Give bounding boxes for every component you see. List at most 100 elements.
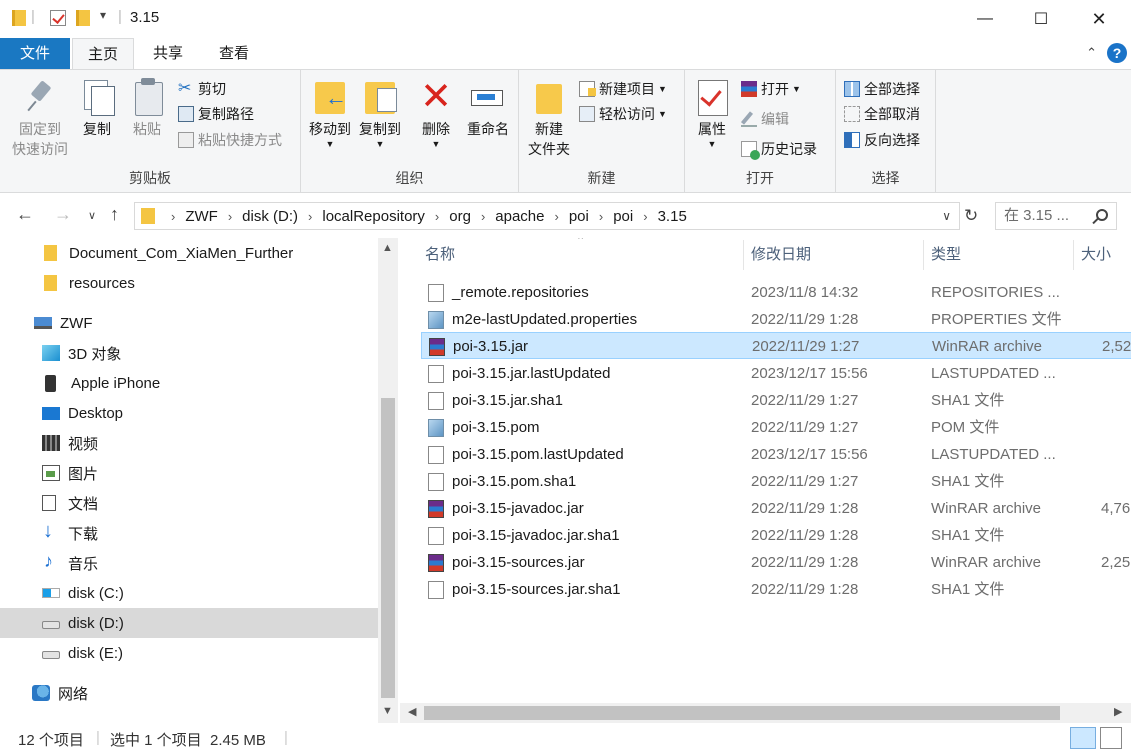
tab-share[interactable]: 共享 (140, 38, 196, 69)
chevron-right-icon[interactable]: › (171, 209, 175, 224)
delete-button[interactable]: ✕ 删除 ▼ (415, 78, 457, 149)
file-row[interactable]: poi-3.15.pom.lastUpdated 2023/12/17 15:5… (421, 441, 1131, 468)
file-row[interactable]: poi-3.15.jar.lastUpdated 2023/12/17 15:5… (421, 360, 1131, 387)
back-arrow-icon[interactable]: ← (16, 204, 34, 225)
move-to-button[interactable]: 移动到 ▼ (305, 78, 355, 149)
nav-item[interactable]: 音乐 (0, 548, 378, 578)
file-row[interactable]: poi-3.15-javadoc.jar 2022/11/29 1:28 Win… (421, 495, 1131, 522)
refresh-icon[interactable]: ↻ (964, 206, 978, 226)
address-dropdown-icon[interactable]: ∨ (942, 209, 951, 223)
file-row[interactable]: poi-3.15-javadoc.jar.sha1 2022/11/29 1:2… (421, 522, 1131, 549)
invert-selection-button[interactable]: 反向选择 (844, 129, 920, 151)
nav-pane-scrollbar[interactable]: ▲ ▼ (378, 238, 398, 723)
column-header-size[interactable]: 大小 (1081, 238, 1111, 272)
select-none-button[interactable]: 全部取消 (844, 103, 920, 125)
copy-to-button[interactable]: 复制到 ▼ (355, 78, 405, 149)
nav-item[interactable]: 3D 对象 (0, 338, 378, 368)
breadcrumb-item[interactable]: ZWF (185, 208, 217, 225)
tab-file[interactable]: 文件 (0, 38, 70, 69)
file-row[interactable]: poi-3.15.pom 2022/11/29 1:27 POM 文件 (421, 414, 1131, 441)
column-header-name[interactable]: 名称 (425, 238, 455, 272)
nav-item[interactable]: disk (C:) (0, 578, 378, 608)
nav-item[interactable]: Apple iPhone (0, 368, 378, 398)
nav-item-this-pc[interactable]: ZWF (0, 308, 378, 338)
customize-quick-access-icon[interactable]: ▾ (100, 8, 106, 26)
file-row[interactable]: poi-3.15.pom.sha1 2022/11/29 1:27 SHA1 文… (421, 468, 1131, 495)
history-button[interactable]: 历史记录 (741, 138, 817, 160)
nav-item[interactable]: 图片 (0, 458, 378, 488)
chevron-right-icon[interactable]: › (643, 209, 647, 224)
copy-button[interactable]: 复制 (76, 78, 118, 139)
nav-item[interactable]: 视频 (0, 428, 378, 458)
file-row[interactable]: poi-3.15-sources.jar.sha1 2022/11/29 1:2… (421, 576, 1131, 603)
nav-item[interactable]: Desktop (0, 398, 378, 428)
address-bar[interactable]: › ZWF › disk (D:) › localRepository › or… (134, 202, 960, 230)
scrollbar-thumb[interactable] (381, 398, 395, 698)
help-icon[interactable]: ? (1107, 43, 1127, 63)
scroll-right-arrow-icon[interactable]: ▶ (1114, 705, 1122, 718)
column-header-date[interactable]: 修改日期 (751, 238, 811, 272)
forward-arrow-icon[interactable]: → (54, 204, 72, 225)
column-header-type[interactable]: 类型 (931, 238, 961, 272)
new-folder-quick-icon[interactable] (76, 10, 90, 26)
new-item-button[interactable]: 新建项目 ▼ (579, 78, 667, 100)
details-view-icon[interactable] (1070, 727, 1096, 749)
tab-home[interactable]: 主页 (72, 38, 134, 69)
properties-button[interactable]: 属性 ▼ (691, 78, 733, 149)
breadcrumb-item[interactable]: org (449, 208, 471, 225)
recent-locations-chevron-icon[interactable]: ∨ (88, 209, 96, 222)
file-row[interactable]: m2e-lastUpdated.properties 2022/11/29 1:… (421, 306, 1131, 333)
nav-item-disk-d[interactable]: disk (D:) (0, 608, 378, 638)
chevron-right-icon[interactable]: › (435, 209, 439, 224)
scrollbar-thumb[interactable] (424, 706, 1060, 720)
scroll-up-arrow-icon[interactable]: ▲ (382, 242, 393, 254)
nav-item[interactable]: disk (E:) (0, 638, 378, 668)
chevron-right-icon[interactable]: › (308, 209, 312, 224)
scroll-left-arrow-icon[interactable]: ◀ (408, 705, 416, 718)
column-divider[interactable] (923, 240, 924, 270)
pin-to-quick-access-button[interactable]: 固定到 快速访问 (8, 78, 72, 159)
nav-item-network[interactable]: 网络 (0, 678, 378, 708)
open-button[interactable]: 打开 ▼ (741, 78, 801, 100)
file-row[interactable]: _remote.repositories 2023/11/8 14:32 REP… (421, 279, 1131, 306)
file-row[interactable]: poi-3.15.jar.sha1 2022/11/29 1:27 SHA1 文… (421, 387, 1131, 414)
nav-item[interactable]: resources (0, 268, 378, 298)
close-button[interactable]: ✕ (1076, 0, 1122, 38)
nav-item[interactable]: 文档 (0, 488, 378, 518)
minimize-button[interactable]: — (962, 0, 1008, 38)
file-row[interactable]: poi-3.15-sources.jar 2022/11/29 1:28 Win… (421, 549, 1131, 576)
nav-item[interactable]: Document_Com_XiaMen_Further (0, 238, 378, 268)
column-divider[interactable] (743, 240, 744, 270)
new-folder-button[interactable]: 新建 文件夹 (525, 78, 573, 159)
select-all-button[interactable]: 全部选择 (844, 78, 920, 100)
breadcrumb-item[interactable]: poi (569, 208, 589, 225)
collapse-ribbon-icon[interactable]: ⌃ (1086, 45, 1097, 61)
file-list-horizontal-scrollbar[interactable]: ◀ ▶ (400, 703, 1131, 723)
tab-view[interactable]: 查看 (206, 38, 262, 69)
breadcrumb-item[interactable]: poi (613, 208, 633, 225)
maximize-button[interactable]: ☐ (1018, 0, 1064, 38)
edit-button[interactable]: 编辑 (741, 108, 789, 130)
column-divider[interactable] (1073, 240, 1074, 270)
search-icon[interactable] (1096, 209, 1108, 221)
search-input[interactable]: 在 3.15 ... (995, 202, 1117, 230)
scroll-down-arrow-icon[interactable]: ▼ (382, 705, 393, 717)
rename-button[interactable]: 重命名 (463, 78, 513, 139)
file-row-selected[interactable]: poi-3.15.jar 2022/11/29 1:27 WinRAR arch… (421, 332, 1131, 359)
chevron-right-icon[interactable]: › (599, 209, 603, 224)
cut-button[interactable]: 剪切 (178, 78, 226, 100)
chevron-right-icon[interactable]: › (555, 209, 559, 224)
breadcrumb-item[interactable]: 3.15 (658, 208, 687, 225)
copy-path-button[interactable]: 复制路径 (178, 103, 254, 125)
paste-shortcut-button[interactable]: 粘贴快捷方式 (178, 129, 282, 151)
breadcrumb-item[interactable]: disk (D:) (242, 208, 298, 225)
easy-access-button[interactable]: 轻松访问 ▼ (579, 103, 667, 125)
chevron-right-icon[interactable]: › (481, 209, 485, 224)
properties-quick-icon[interactable] (50, 10, 66, 26)
paste-button[interactable]: 粘贴 (126, 78, 168, 139)
large-icons-view-icon[interactable] (1100, 727, 1122, 749)
breadcrumb-item[interactable]: localRepository (322, 208, 425, 225)
chevron-right-icon[interactable]: › (228, 209, 232, 224)
breadcrumb-item[interactable]: apache (495, 208, 544, 225)
up-arrow-icon[interactable]: ↑ (110, 204, 119, 225)
